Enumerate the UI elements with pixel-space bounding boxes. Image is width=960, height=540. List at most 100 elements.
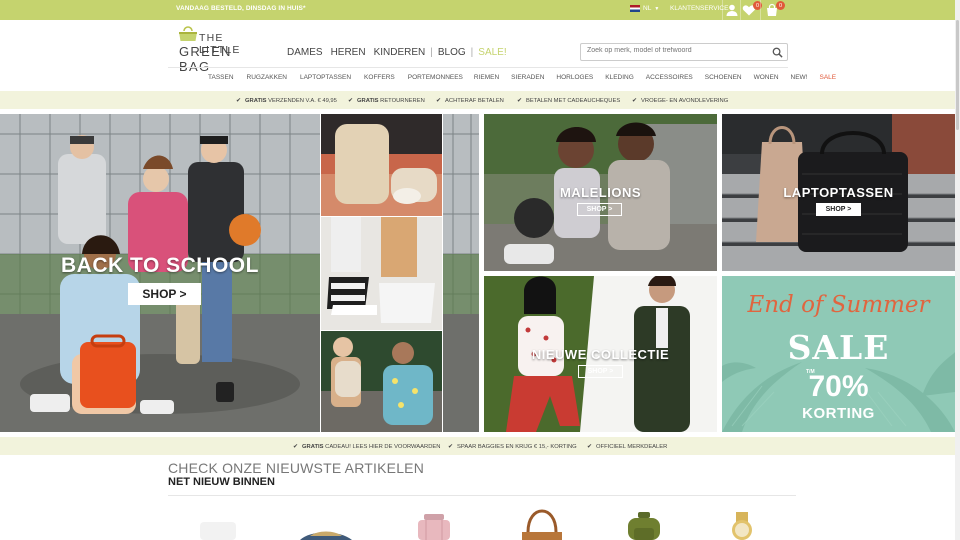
product-image — [300, 531, 352, 540]
nieuwe-collectie-banner[interactable]: NIEUWE COLLECTIE SHOP > — [484, 276, 717, 432]
check-icon: ✔ — [293, 444, 299, 450]
account-icon[interactable] — [725, 3, 739, 17]
subnav-new[interactable]: NEW! — [791, 74, 808, 81]
malelions-title: MALELIONS — [559, 185, 642, 200]
language-selector[interactable]: NL ▼ — [630, 5, 659, 12]
check-icon: ✔ — [236, 98, 242, 104]
usp-baggies[interactable]: ✔ SPAAR BAGGIES EN KRIJG € 15,- KORTING — [448, 443, 577, 450]
back-to-school-banner[interactable]: BACK TO SCHOOL SHOP > — [0, 114, 320, 432]
header-divider — [168, 67, 788, 68]
sneakers-photo[interactable] — [321, 217, 442, 330]
product-card[interactable] — [604, 508, 684, 540]
subnav-horloges[interactable]: HORLOGES — [556, 74, 593, 81]
laptoptassen-shop-button[interactable]: SHOP > — [816, 203, 861, 216]
usp-pay-later: ✔ ACHTERAF BETALEN — [436, 98, 504, 104]
subnav-koffers[interactable]: KOFFERS — [364, 74, 395, 81]
usp-bar-bottom: ✔ GRATIS CADEAU! LEES HIER DE VOORWAARDEN… — [0, 437, 960, 455]
customer-service-link[interactable]: KLANTENSERVICE — [670, 5, 728, 12]
site-logo[interactable]: THE LITTLE GREEN BAG — [177, 26, 267, 74]
back-to-school-side-strip — [443, 114, 479, 432]
check-icon: ✔ — [517, 98, 523, 104]
subnav-riemen[interactable]: RIEMEN — [474, 74, 499, 81]
search-input[interactable] — [587, 47, 767, 54]
scrollbar-thumb[interactable] — [956, 20, 959, 130]
product-image — [418, 514, 450, 540]
nav-blog[interactable]: BLOG — [434, 47, 470, 58]
subnav-wonen[interactable]: WONEN — [754, 74, 779, 81]
fence-strip-image — [443, 114, 479, 432]
sneakers-image — [321, 217, 442, 330]
usp-free-returns: ✔ GRATIS RETOURNEREN — [348, 98, 425, 104]
discount-percentage: 70% — [808, 370, 869, 403]
wishlist-heart-icon[interactable]: 0 — [742, 1, 762, 17]
usp-bar-top: ✔ GRATIS VERZENDEN V.A. € 49,95 ✔ GRATIS R… — [0, 91, 960, 109]
subnav-schoenen[interactable]: SCHOENEN — [705, 74, 742, 81]
new-arrivals-subheading: NET NIEUW BINNEN — [168, 476, 275, 488]
product-card[interactable] — [702, 508, 782, 540]
check-icon: ✔ — [348, 98, 354, 104]
divider — [740, 0, 741, 20]
product-card[interactable] — [286, 508, 366, 540]
check-icon: ✔ — [587, 444, 593, 450]
subnav-accessoires[interactable]: ACCESSOIRES — [646, 74, 693, 81]
dutch-flag-icon — [630, 5, 640, 12]
subnav-rugzakken[interactable]: RUGZAKKEN — [247, 74, 287, 81]
kids-backpacks-image — [321, 331, 442, 432]
check-icon: ✔ — [436, 98, 442, 104]
end-of-summer-script: End of Summer — [747, 292, 930, 318]
section-divider — [168, 495, 796, 496]
logo-line-2: GREEN BAG — [179, 44, 232, 74]
subnav-laptoptassen[interactable]: LAPTOPTASSEN — [300, 74, 351, 81]
search-box — [580, 43, 788, 61]
malelions-shop-button[interactable]: SHOP > — [577, 203, 622, 216]
chevron-down-icon: ▼ — [654, 5, 660, 12]
product-card[interactable] — [178, 508, 258, 540]
shopping-bag-icon[interactable]: 0 — [765, 1, 785, 17]
cart-count-badge: 0 — [776, 1, 785, 10]
subnav-kleding[interactable]: KLEDING — [605, 74, 634, 81]
language-label: NL — [643, 5, 652, 12]
usp-delivery: ✔ VROEGE- EN AVONDLEVERING — [632, 98, 729, 104]
usp-gift-cheques: ✔ BETALEN MET CADEAUCHEQUES — [517, 98, 621, 104]
back-to-school-shop-button[interactable]: SHOP > — [128, 283, 201, 305]
new-items-heading: CHECK ONZE NIEUWSTE ARTIKELEN — [168, 460, 425, 476]
product-image — [522, 509, 562, 540]
nav-sale[interactable]: SALE! — [474, 47, 510, 58]
kids-backpacks-photo[interactable] — [321, 331, 442, 432]
teddy-backpack-image — [321, 114, 442, 216]
subnav-tassen[interactable]: TASSEN — [208, 74, 234, 81]
laptoptassen-banner[interactable]: LAPTOPTASSEN SHOP > — [722, 114, 955, 271]
product-card[interactable] — [394, 508, 474, 540]
green-bag-logo-icon — [179, 26, 197, 41]
main-navigation: DAMES HEREN KINDEREN | BLOG | SALE! — [283, 47, 511, 58]
category-navigation: TASSEN RUGZAKKEN LAPTOPTASSEN KOFFERS PO… — [208, 74, 836, 81]
nav-kinderen[interactable]: KINDEREN — [370, 47, 430, 58]
product-card[interactable] — [502, 508, 582, 540]
usp-free-shipping: ✔ GRATIS VERZENDEN V.A. € 49,95 — [236, 98, 337, 104]
divider — [760, 0, 761, 20]
subnav-sieraden[interactable]: SIERADEN — [511, 74, 544, 81]
nav-dames[interactable]: DAMES — [283, 47, 327, 58]
back-to-school-title: BACK TO SCHOOL — [61, 254, 259, 277]
nav-heren[interactable]: HEREN — [327, 47, 370, 58]
product-image — [200, 522, 236, 540]
subnav-sale[interactable]: SALE — [820, 74, 837, 81]
laptoptassen-title: LAPTOPTASSEN — [783, 185, 894, 200]
end-of-summer-sale-banner[interactable]: End of Summer SALE T/M 70% KORTING — [722, 276, 955, 432]
nieuwe-collectie-shop-button[interactable]: SHOP > — [578, 365, 623, 378]
search-icon[interactable] — [772, 47, 783, 58]
usp-free-gift[interactable]: ✔ GRATIS CADEAU! LEES HIER DE VOORWAARDEN — [293, 443, 440, 450]
usp-official-dealer: ✔ OFFICIEEL MERKDEALER — [587, 444, 668, 450]
sale-heading: SALE — [787, 328, 890, 367]
nieuwe-collectie-title: NIEUWE COLLECTIE — [531, 347, 670, 362]
check-icon: ✔ — [448, 444, 454, 450]
page-scrollbar[interactable] — [955, 0, 960, 540]
subnav-portemonnees[interactable]: PORTEMONNEES — [408, 74, 463, 81]
product-image — [628, 512, 660, 540]
malelions-banner[interactable]: MALELIONS SHOP > — [484, 114, 717, 271]
top-bar: VANDAAG BESTELD, DINSDAG IN HUIS* NL ▼ K… — [0, 0, 960, 20]
product-image — [732, 512, 752, 540]
korting-label: KORTING — [802, 405, 875, 422]
divider — [722, 0, 723, 20]
teddy-backpack-photo[interactable] — [321, 114, 442, 216]
